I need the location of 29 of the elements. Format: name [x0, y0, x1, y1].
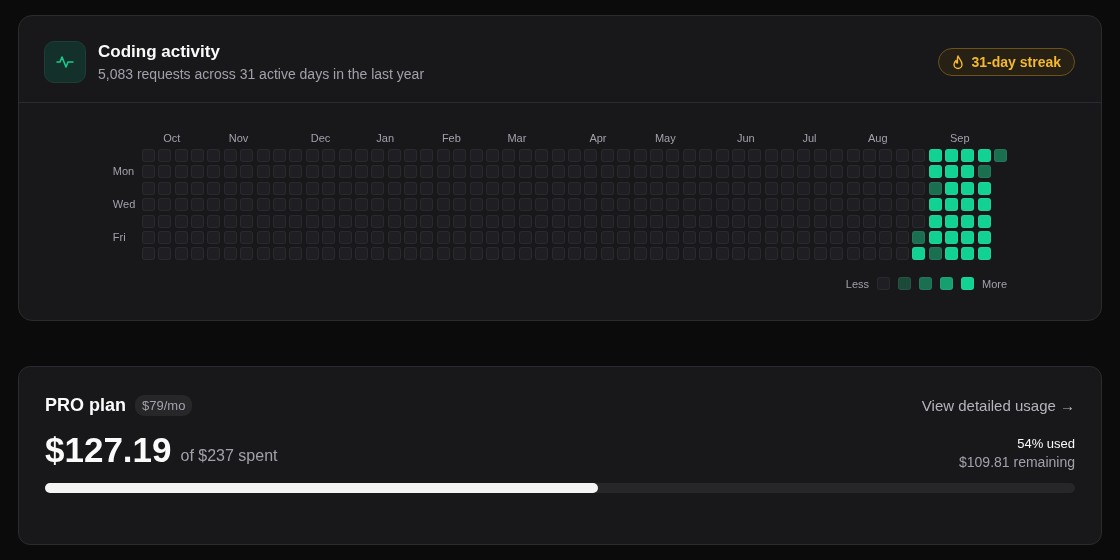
usage-percent: 54% used [1017, 435, 1075, 451]
month-label: Dec [309, 131, 331, 145]
month-label: Mar [506, 131, 527, 145]
month-label: Feb [440, 131, 461, 145]
month-label: Sep [949, 131, 970, 145]
spent-total: of $237 spent [180, 446, 278, 465]
month-label: Apr [588, 131, 607, 145]
card-title: Coding activity [98, 42, 221, 62]
month-label: Aug [867, 131, 888, 145]
view-usage-link[interactable]: View detailed usage → [921, 396, 1075, 414]
legend-more-label: More [982, 277, 1008, 290]
weekday-label: Mon [112, 165, 136, 179]
spent-amount: $127.19 [45, 429, 172, 470]
month-label: Jun [735, 131, 755, 145]
month-label: Nov [227, 131, 249, 145]
month-label: Jul [801, 131, 817, 145]
month-label: Jan [375, 131, 395, 145]
legend-less-label: Less [845, 277, 870, 290]
remaining-amount: $109.81 remaining [959, 453, 1075, 470]
weekday-label: Wed [112, 198, 137, 212]
month-label: May [653, 131, 676, 145]
streak-badge: 31-day streak [938, 48, 1075, 76]
pulse-icon [56, 53, 74, 71]
weekday-label: Fri [112, 230, 127, 244]
price-badge: $79/mo [135, 394, 193, 416]
flame-icon [952, 54, 965, 70]
plan-name: PRO plan [45, 394, 126, 416]
month-label: Oct [162, 131, 181, 145]
card-subtitle: 5,083 requests across 31 active days in the last year [98, 66, 426, 82]
